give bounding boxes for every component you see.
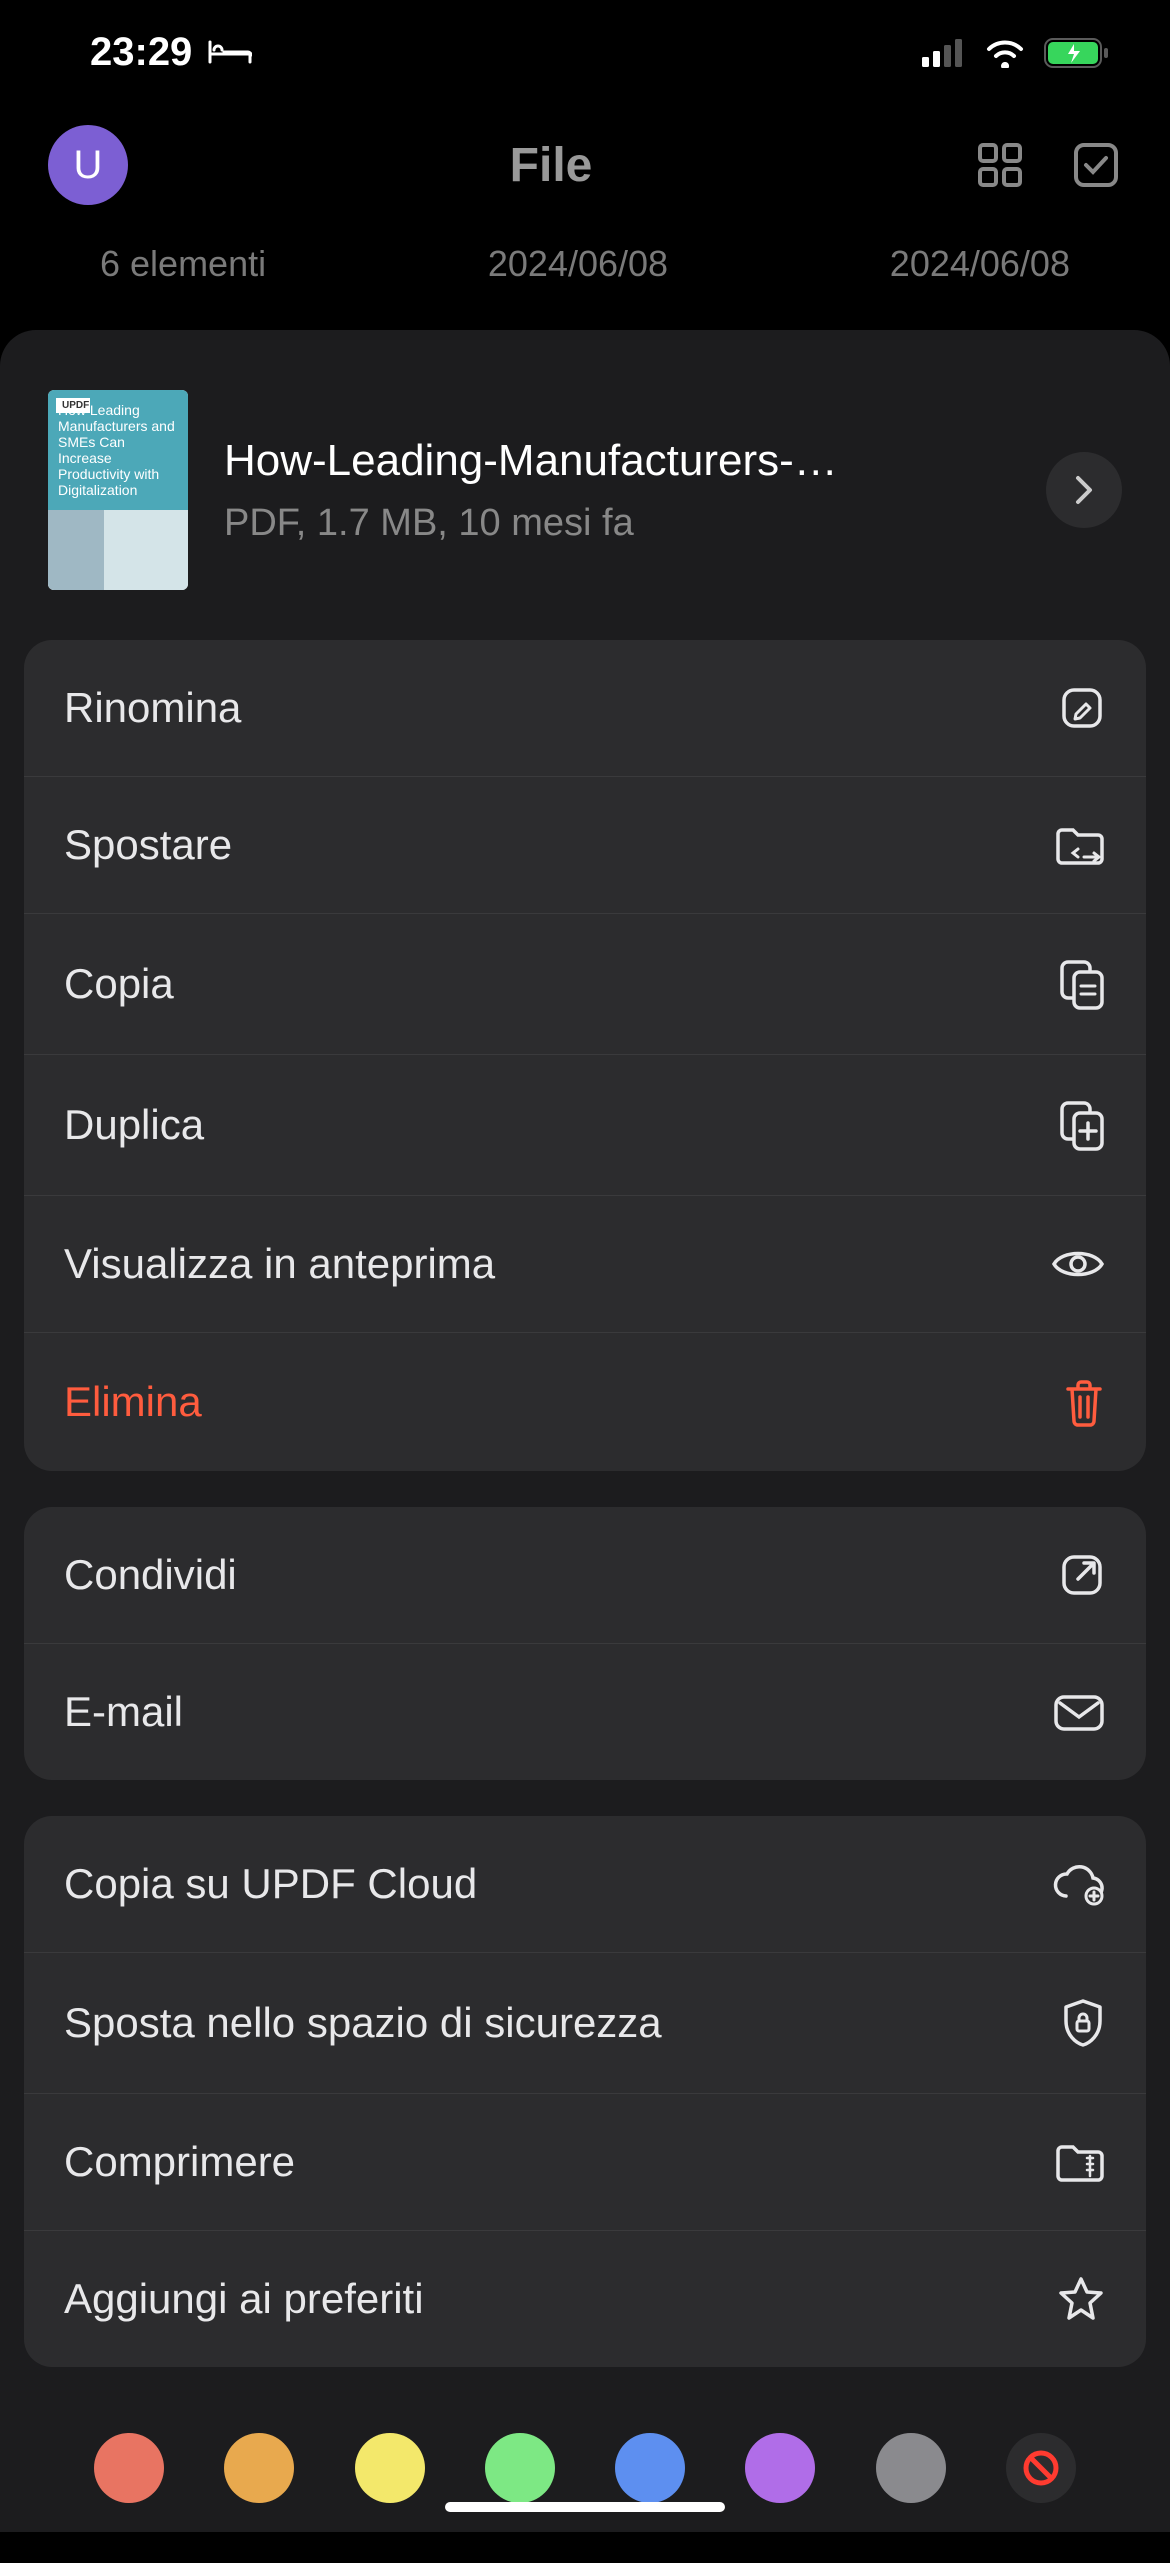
background-files-peek: 6 elementi 2024/06/08 2024/06/08 <box>0 235 1170 315</box>
color-tag-clear[interactable] <box>1006 2433 1076 2503</box>
no-entry-icon <box>1021 2448 1061 2488</box>
color-tag-yellow[interactable] <box>355 2433 425 2503</box>
share-ext-icon <box>1058 1551 1106 1599</box>
menu-item-email[interactable]: E-mail <box>24 1644 1146 1780</box>
action-sheet: UPDF How Leading Manufacturers and SMEs … <box>0 330 1170 2532</box>
menu-label: Visualizza in anteprima <box>64 1240 495 1288</box>
copy-icon <box>1058 958 1106 1010</box>
menu-label: Rinomina <box>64 684 241 732</box>
menu-item-preview[interactable]: Visualizza in anteprima <box>24 1196 1146 1333</box>
menu-item-duplicate[interactable]: Duplica <box>24 1055 1146 1196</box>
file-info: How-Leading-Manufacturers-… PDF, 1.7 MB,… <box>224 436 1010 545</box>
menu-label: Comprimere <box>64 2138 295 2186</box>
color-tag-orange[interactable] <box>224 2433 294 2503</box>
status-time: 23:29 <box>90 30 192 75</box>
menu-label: Elimina <box>64 1378 202 1426</box>
bg-date2: 2024/06/08 <box>890 243 1070 285</box>
edit-icon <box>1058 684 1106 732</box>
menu-label: E-mail <box>64 1688 183 1736</box>
signal-icon <box>922 39 966 67</box>
menu-item-share[interactable]: Condividi <box>24 1507 1146 1644</box>
menu-item-rename[interactable]: Rinomina <box>24 640 1146 777</box>
menu-label: Sposta nello spazio di sicurezza <box>64 1999 662 2047</box>
trash-icon <box>1062 1377 1106 1427</box>
menu-label: Spostare <box>64 821 232 869</box>
move-folder-icon <box>1054 823 1106 867</box>
menu-group-storage: Copia su UPDF Cloud Sposta nello spazio … <box>24 1816 1146 2367</box>
disclosure-button[interactable] <box>1046 452 1122 528</box>
bg-elements: 6 elementi <box>100 243 266 285</box>
grid-view-icon[interactable] <box>974 139 1026 191</box>
bg-date1: 2024/06/08 <box>488 243 668 285</box>
menu-item-compress[interactable]: Comprimere <box>24 2094 1146 2231</box>
menu-group-share: Condividi E-mail <box>24 1507 1146 1780</box>
menu-item-secure-space[interactable]: Sposta nello spazio di sicurezza <box>24 1953 1146 2094</box>
battery-charging-icon <box>1044 37 1110 69</box>
avatar[interactable]: U <box>48 125 128 205</box>
color-tag-purple[interactable] <box>745 2433 815 2503</box>
cloud-add-icon <box>1050 1862 1106 1906</box>
file-header: UPDF How Leading Manufacturers and SMEs … <box>24 370 1146 640</box>
home-indicator[interactable] <box>445 2502 725 2512</box>
color-tag-gray[interactable] <box>876 2433 946 2503</box>
eye-icon <box>1050 1244 1106 1284</box>
file-name: How-Leading-Manufacturers-… <box>224 436 1010 486</box>
menu-label: Condividi <box>64 1551 237 1599</box>
menu-label: Duplica <box>64 1101 204 1149</box>
menu-item-favorite[interactable]: Aggiungi ai preferiti <box>24 2231 1146 2367</box>
star-icon <box>1056 2275 1106 2323</box>
menu-label: Copia <box>64 960 174 1008</box>
nav-bar: U File <box>0 95 1170 235</box>
file-thumbnail: UPDF How Leading Manufacturers and SMEs … <box>48 390 188 590</box>
color-tag-row <box>24 2403 1146 2563</box>
nav-right <box>974 139 1122 191</box>
status-right <box>922 37 1110 69</box>
thumb-badge: UPDF <box>56 398 90 413</box>
archive-icon <box>1054 2140 1106 2184</box>
nav-title: File <box>510 138 593 193</box>
bed-icon <box>208 38 252 68</box>
chevron-right-icon <box>1070 474 1098 506</box>
color-tag-blue[interactable] <box>615 2433 685 2503</box>
menu-label: Aggiungi ai preferiti <box>64 2275 424 2323</box>
shield-lock-icon <box>1060 1997 1106 2049</box>
color-tag-red[interactable] <box>94 2433 164 2503</box>
menu-item-move[interactable]: Spostare <box>24 777 1146 914</box>
file-meta: PDF, 1.7 MB, 10 mesi fa <box>224 502 1010 545</box>
status-bar: 23:29 <box>0 0 1170 95</box>
menu-group-file-ops: Rinomina Spostare Copia Duplica Visualiz… <box>24 640 1146 1471</box>
wifi-icon <box>984 38 1026 68</box>
menu-label: Copia su UPDF Cloud <box>64 1860 477 1908</box>
status-left: 23:29 <box>90 30 252 75</box>
select-icon[interactable] <box>1070 139 1122 191</box>
avatar-letter: U <box>74 143 103 188</box>
mail-icon <box>1052 1691 1106 1733</box>
menu-item-cloud-copy[interactable]: Copia su UPDF Cloud <box>24 1816 1146 1953</box>
color-tag-green[interactable] <box>485 2433 555 2503</box>
menu-item-delete[interactable]: Elimina <box>24 1333 1146 1471</box>
duplicate-icon <box>1058 1099 1106 1151</box>
thumb-image-placeholder <box>48 510 188 590</box>
menu-item-copy[interactable]: Copia <box>24 914 1146 1055</box>
